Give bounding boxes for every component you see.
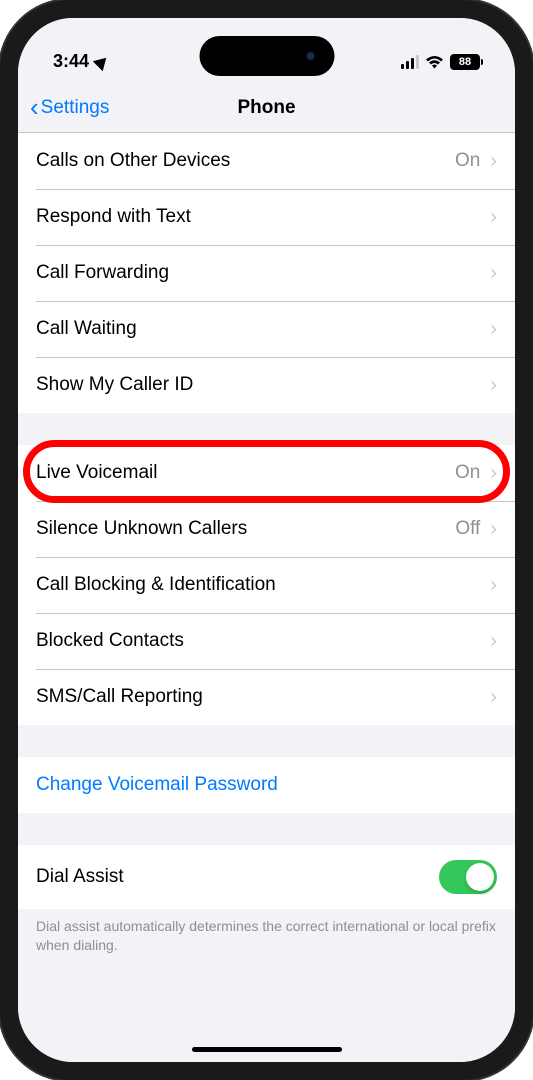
row-label: Show My Caller ID	[36, 374, 490, 396]
row-dial-assist[interactable]: Dial Assist	[18, 845, 515, 909]
nav-bar: ‹ Settings Phone	[18, 83, 515, 133]
screen: 3:44 88 ‹ Settings	[18, 18, 515, 1062]
row-change-voicemail-password[interactable]: Change Voicemail Password	[18, 757, 515, 813]
chevron-right-icon: ›	[490, 262, 497, 285]
row-label: Live Voicemail	[36, 462, 455, 484]
dynamic-island	[199, 36, 334, 76]
back-button[interactable]: ‹ Settings	[30, 92, 109, 123]
row-value: On	[455, 150, 480, 172]
status-time: 3:44	[53, 51, 89, 72]
row-label: Silence Unknown Callers	[36, 518, 455, 540]
row-label: Blocked Contacts	[36, 630, 490, 652]
status-left: 3:44	[53, 51, 109, 72]
location-icon	[93, 52, 111, 70]
row-label: SMS/Call Reporting	[36, 686, 490, 708]
row-label: Call Blocking & Identification	[36, 574, 490, 596]
battery-icon: 88	[450, 54, 480, 70]
dial-assist-footer: Dial assist automatically determines the…	[18, 909, 515, 975]
row-label: Change Voicemail Password	[36, 774, 497, 796]
row-label: Dial Assist	[36, 866, 439, 888]
row-value: Off	[455, 518, 480, 540]
row-live-voicemail[interactable]: Live Voicemail On ›	[18, 445, 515, 501]
home-indicator[interactable]	[192, 1047, 342, 1052]
row-blocked-contacts[interactable]: Blocked Contacts ›	[18, 613, 515, 669]
toggle-knob	[466, 863, 494, 891]
chevron-right-icon: ›	[490, 686, 497, 709]
page-title: Phone	[237, 97, 295, 119]
chevron-right-icon: ›	[490, 574, 497, 597]
chevron-right-icon: ›	[490, 374, 497, 397]
chevron-right-icon: ›	[490, 318, 497, 341]
content-area[interactable]: Calls on Other Devices On › Respond with…	[18, 133, 515, 1062]
volume-down-button	[0, 350, 1, 420]
chevron-right-icon: ›	[490, 630, 497, 653]
row-label: Calls on Other Devices	[36, 150, 455, 172]
chevron-right-icon: ›	[490, 206, 497, 229]
section-calls: Calls on Other Devices On › Respond with…	[18, 133, 515, 413]
section-dial-assist: Dial Assist	[18, 845, 515, 909]
chevron-left-icon: ‹	[30, 92, 39, 123]
signal-icon	[401, 55, 420, 69]
row-show-caller-id[interactable]: Show My Caller ID ›	[18, 357, 515, 413]
phone-frame: 3:44 88 ‹ Settings	[0, 0, 533, 1080]
row-label: Respond with Text	[36, 206, 490, 228]
row-call-blocking[interactable]: Call Blocking & Identification ›	[18, 557, 515, 613]
row-respond-with-text[interactable]: Respond with Text ›	[18, 189, 515, 245]
chevron-right-icon: ›	[490, 150, 497, 173]
row-value: On	[455, 462, 480, 484]
volume-up-button	[0, 260, 1, 330]
row-label: Call Waiting	[36, 318, 490, 340]
battery-level: 88	[459, 56, 471, 68]
section-voicemail: Live Voicemail On › Silence Unknown Call…	[18, 445, 515, 725]
dial-assist-toggle[interactable]	[439, 860, 497, 894]
row-call-waiting[interactable]: Call Waiting ›	[18, 301, 515, 357]
back-label: Settings	[41, 97, 110, 119]
section-change-password: Change Voicemail Password	[18, 757, 515, 813]
mute-switch	[0, 190, 1, 230]
wifi-icon	[425, 55, 444, 69]
chevron-right-icon: ›	[490, 518, 497, 541]
row-calls-other-devices[interactable]: Calls on Other Devices On ›	[18, 133, 515, 189]
row-label: Call Forwarding	[36, 262, 490, 284]
chevron-right-icon: ›	[490, 462, 497, 485]
row-sms-call-reporting[interactable]: SMS/Call Reporting ›	[18, 669, 515, 725]
row-call-forwarding[interactable]: Call Forwarding ›	[18, 245, 515, 301]
row-silence-unknown[interactable]: Silence Unknown Callers Off ›	[18, 501, 515, 557]
status-right: 88	[401, 54, 481, 70]
